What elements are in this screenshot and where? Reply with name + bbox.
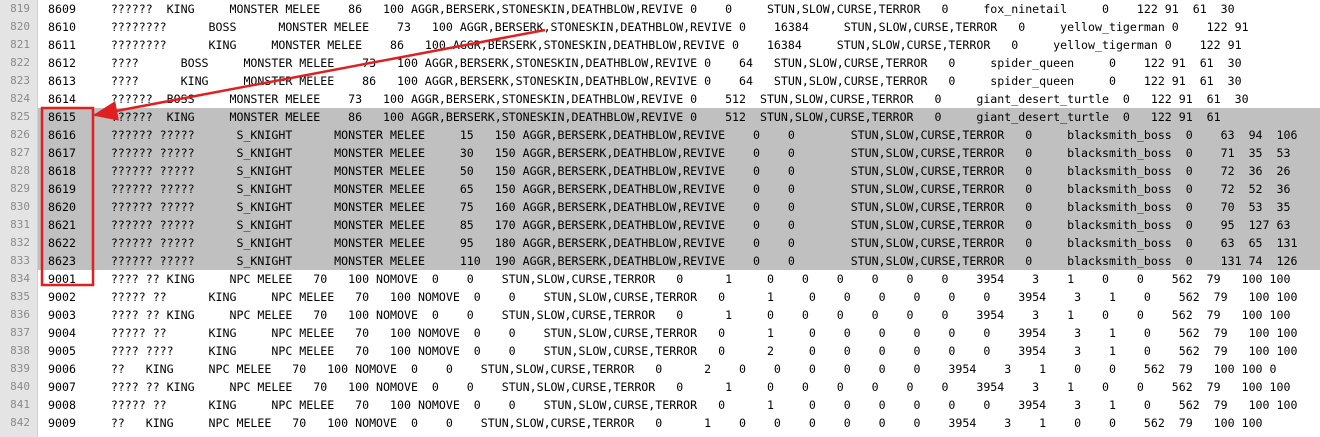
line-text[interactable]: 9005 ???? ???? KING NPC MELEE 70 100 NOM… [38, 342, 1320, 360]
line-number: 834 [10, 272, 30, 285]
line-number: 825 [10, 110, 30, 123]
line-number: 820 [10, 20, 30, 33]
line-text[interactable]: 8615 ?????? KING MONSTER MELEE 86 100 AG… [38, 108, 1320, 126]
editor-line[interactable]: 842 9009 ?? KING NPC MELEE 70 100 NOMOVE … [0, 414, 1320, 432]
line-number: 822 [10, 56, 30, 69]
line-text[interactable]: 8614 ?????? BOSS MONSTER MELEE 73 100 AG… [38, 90, 1320, 108]
line-number: 830 [10, 200, 30, 213]
line-text[interactable]: 9001 ???? ?? KING NPC MELEE 70 100 NOMOV… [38, 270, 1320, 288]
editor-line[interactable]: 826 8616 ?????? ????? S_KNIGHT MONSTER ME… [0, 126, 1320, 144]
line-text[interactable]: 8621 ?????? ????? S_KNIGHT MONSTER MELEE… [38, 216, 1320, 234]
editor-line[interactable]: 822 8612 ???? BOSS MONSTER MELEE 73 100 A… [0, 54, 1320, 72]
editor-line[interactable]: 837 9004 ????? ?? KING NPC MELEE 70 100 N… [0, 324, 1320, 342]
line-text[interactable]: 8617 ?????? ????? S_KNIGHT MONSTER MELEE… [38, 144, 1320, 162]
editor-line[interactable]: 841 9008 ????? ?? KING NPC MELEE 70 100 N… [0, 396, 1320, 414]
text-editor[interactable]: 819 8609 ?????? KING MONSTER MELEE 86 100… [0, 0, 1320, 437]
editor-line[interactable]: 836 9003 ???? ?? KING NPC MELEE 70 100 NO… [0, 306, 1320, 324]
editor-line[interactable]: 835 9002 ????? ?? KING NPC MELEE 70 100 N… [0, 288, 1320, 306]
line-text[interactable]: 8610 ???????? BOSS MONSTER MELEE 73 100 … [38, 18, 1320, 36]
line-text[interactable]: 9006 ?? KING NPC MELEE 70 100 NOMOVE 0 0… [38, 360, 1320, 378]
line-number: 829 [10, 182, 30, 195]
line-text[interactable]: 8623 ?????? ????? S_KNIGHT MONSTER MELEE… [38, 252, 1320, 270]
line-text[interactable]: 9002 ????? ?? KING NPC MELEE 70 100 NOMO… [38, 288, 1320, 306]
editor-line[interactable]: 838 9005 ???? ???? KING NPC MELEE 70 100 … [0, 342, 1320, 360]
line-number: 824 [10, 92, 30, 105]
editor-line[interactable]: 834 9001 ???? ?? KING NPC MELEE 70 100 NO… [0, 270, 1320, 288]
line-text[interactable]: 9003 ???? ?? KING NPC MELEE 70 100 NOMOV… [38, 306, 1320, 324]
line-number: 821 [10, 38, 30, 51]
line-number: 837 [10, 326, 30, 339]
line-number: 828 [10, 164, 30, 177]
editor-line[interactable]: 823 8613 ???? KING MONSTER MELEE 86 100 A… [0, 72, 1320, 90]
line-text[interactable]: 8611 ???????? KING MONSTER MELEE 86 100 … [38, 36, 1320, 54]
line-text[interactable]: 8619 ?????? ????? S_KNIGHT MONSTER MELEE… [38, 180, 1320, 198]
line-text[interactable]: 8616 ?????? ????? S_KNIGHT MONSTER MELEE… [38, 126, 1320, 144]
line-text[interactable]: 8620 ?????? ????? S_KNIGHT MONSTER MELEE… [38, 198, 1320, 216]
line-text[interactable]: 8612 ???? BOSS MONSTER MELEE 73 100 AGGR… [38, 54, 1320, 72]
editor-line[interactable]: 833 8623 ?????? ????? S_KNIGHT MONSTER ME… [0, 252, 1320, 270]
line-text[interactable]: 9008 ????? ?? KING NPC MELEE 70 100 NOMO… [38, 396, 1320, 414]
editor-line[interactable]: 840 9007 ???? ?? KING NPC MELEE 70 100 NO… [0, 378, 1320, 396]
line-number: 839 [10, 362, 30, 375]
editor-line[interactable]: 830 8620 ?????? ????? S_KNIGHT MONSTER ME… [0, 198, 1320, 216]
line-text[interactable]: 8622 ?????? ????? S_KNIGHT MONSTER MELEE… [38, 234, 1320, 252]
editor-line[interactable]: 831 8621 ?????? ????? S_KNIGHT MONSTER ME… [0, 216, 1320, 234]
line-text[interactable]: 8613 ???? KING MONSTER MELEE 86 100 AGGR… [38, 72, 1320, 90]
line-number: 823 [10, 74, 30, 87]
line-text[interactable]: 9007 ???? ?? KING NPC MELEE 70 100 NOMOV… [38, 378, 1320, 396]
editor-line[interactable]: 824 8614 ?????? BOSS MONSTER MELEE 73 100… [0, 90, 1320, 108]
line-number: 840 [10, 380, 30, 393]
line-number: 819 [10, 2, 30, 15]
line-text[interactable]: 9009 ?? KING NPC MELEE 70 100 NOMOVE 0 0… [38, 414, 1320, 432]
line-text[interactable]: 9004 ????? ?? KING NPC MELEE 70 100 NOMO… [38, 324, 1320, 342]
editor-line[interactable]: 832 8622 ?????? ????? S_KNIGHT MONSTER ME… [0, 234, 1320, 252]
editor-line[interactable]: 829 8619 ?????? ????? S_KNIGHT MONSTER ME… [0, 180, 1320, 198]
line-text[interactable]: 8618 ?????? ????? S_KNIGHT MONSTER MELEE… [38, 162, 1320, 180]
line-text[interactable]: 8609 ?????? KING MONSTER MELEE 86 100 AG… [38, 0, 1320, 18]
line-number: 826 [10, 128, 30, 141]
line-number: 838 [10, 344, 30, 357]
line-number: 842 [10, 416, 30, 429]
line-number: 827 [10, 146, 30, 159]
editor-line[interactable]: 828 8618 ?????? ????? S_KNIGHT MONSTER ME… [0, 162, 1320, 180]
editor-line[interactable]: 819 8609 ?????? KING MONSTER MELEE 86 100… [0, 0, 1320, 18]
editor-line[interactable]: 839 9006 ?? KING NPC MELEE 70 100 NOMOVE … [0, 360, 1320, 378]
editor-line[interactable]: 821 8611 ???????? KING MONSTER MELEE 86 1… [0, 36, 1320, 54]
line-number: 835 [10, 290, 30, 303]
line-number: 832 [10, 236, 30, 249]
line-number: 841 [10, 398, 30, 411]
editor-line[interactable]: 827 8617 ?????? ????? S_KNIGHT MONSTER ME… [0, 144, 1320, 162]
line-number: 836 [10, 308, 30, 321]
editor-line[interactable]: 825 8615 ?????? KING MONSTER MELEE 86 100… [0, 108, 1320, 126]
line-number: 833 [10, 254, 30, 267]
line-number: 831 [10, 218, 30, 231]
editor-line[interactable]: 820 8610 ???????? BOSS MONSTER MELEE 73 1… [0, 18, 1320, 36]
